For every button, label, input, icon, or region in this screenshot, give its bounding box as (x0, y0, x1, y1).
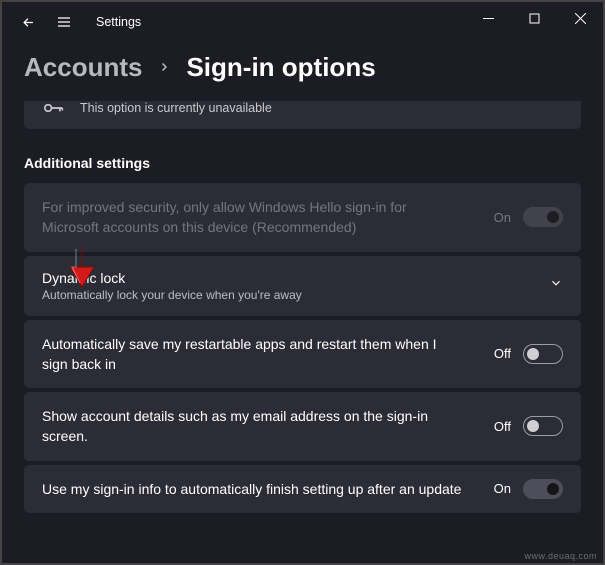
row-hello-only: For improved security, only allow Window… (24, 183, 581, 252)
row-account-details-toggle[interactable] (523, 416, 563, 436)
app-title: Settings (96, 15, 141, 29)
unavailable-option-row: This option is currently unavailable (24, 101, 581, 129)
row-hello-title: For improved security, only allow Window… (42, 197, 462, 238)
row-finish-setup-title: Use my sign-in info to automatically fin… (42, 479, 462, 499)
minimize-icon (483, 13, 494, 24)
content: This option is currently unavailable Add… (2, 101, 603, 513)
row-dynamic-lock[interactable]: Dynamic lock Automatically lock your dev… (24, 256, 581, 316)
maximize-icon (529, 13, 540, 24)
breadcrumb-parent[interactable]: Accounts (24, 52, 142, 83)
row-hello-state-label: On (494, 210, 511, 225)
row-restartable-apps: Automatically save my restartable apps a… (24, 320, 581, 389)
minimize-button[interactable] (465, 2, 511, 34)
menu-button[interactable] (46, 4, 82, 40)
row-account-details-state-label: Off (494, 419, 511, 434)
row-restartable-title: Automatically save my restartable apps a… (42, 334, 462, 375)
watermark: www.deuaq.com (524, 551, 597, 561)
row-dynamic-title: Dynamic lock (42, 270, 535, 286)
section-heading: Additional settings (24, 155, 581, 171)
hamburger-icon (56, 14, 72, 30)
close-icon (575, 13, 586, 24)
back-button[interactable] (10, 4, 46, 40)
row-hello-toggle (523, 207, 563, 227)
maximize-button[interactable] (511, 2, 557, 34)
row-finish-setup: Use my sign-in info to automatically fin… (24, 465, 581, 513)
unavailable-text: This option is currently unavailable (80, 101, 272, 115)
row-account-details-title: Show account details such as my email ad… (42, 406, 462, 447)
row-dynamic-subtitle: Automatically lock your device when you'… (42, 288, 535, 302)
window-controls (465, 2, 603, 34)
arrow-left-icon (21, 15, 36, 30)
chevron-down-icon (549, 276, 563, 295)
breadcrumb-current: Sign-in options (186, 52, 375, 83)
key-icon (42, 101, 66, 115)
row-restartable-toggle[interactable] (523, 344, 563, 364)
breadcrumb: Accounts Sign-in options (2, 42, 603, 101)
row-finish-setup-state-label: On (494, 481, 511, 496)
row-restartable-state-label: Off (494, 346, 511, 361)
close-button[interactable] (557, 2, 603, 34)
row-account-details: Show account details such as my email ad… (24, 392, 581, 461)
chevron-right-icon (158, 57, 170, 78)
row-finish-setup-toggle[interactable] (523, 479, 563, 499)
